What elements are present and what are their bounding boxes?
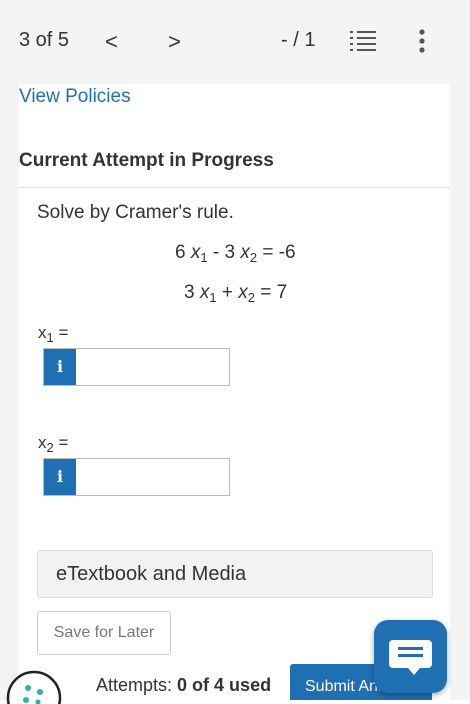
- previous-question-button[interactable]: <: [105, 29, 118, 55]
- x1-input[interactable]: [77, 349, 231, 385]
- numbered-list-icon[interactable]: [350, 29, 376, 53]
- section-title: Current Attempt in Progress: [19, 150, 274, 172]
- top-bar: 3 of 5 < > - / 1: [0, 0, 470, 84]
- equation-1: 6 x1 - 3 x2 = -6: [175, 242, 296, 265]
- cookie-icon[interactable]: [0, 664, 64, 704]
- info-icon[interactable]: i: [44, 349, 76, 385]
- chat-bubble-icon: [374, 620, 447, 693]
- info-icon[interactable]: i: [44, 459, 76, 495]
- question-position: 3 of 5: [19, 29, 69, 52]
- right-margin: [450, 84, 470, 700]
- attempts-counter: Attempts: 0 of 4 used: [96, 675, 271, 696]
- x1-label: x1 =: [38, 323, 68, 345]
- left-margin: [0, 84, 19, 700]
- question-prompt: Solve by Cramer's rule.: [37, 202, 234, 224]
- chat-button[interactable]: [374, 620, 447, 693]
- next-question-button[interactable]: >: [168, 29, 181, 55]
- x2-label: x2 =: [38, 433, 68, 455]
- score: - / 1: [281, 29, 315, 52]
- x2-input[interactable]: [77, 459, 231, 495]
- save-for-later-button[interactable]: Save for Later: [37, 611, 171, 655]
- x2-answer-field: i: [43, 458, 230, 496]
- vertical-dots-icon[interactable]: [417, 28, 427, 54]
- divider: [19, 187, 450, 188]
- x1-answer-field: i: [43, 348, 230, 386]
- equation-2: 3 x1 + x2 = 7: [184, 282, 287, 305]
- view-policies-link[interactable]: View Policies: [19, 86, 131, 108]
- etextbook-media-button[interactable]: eTextbook and Media: [37, 550, 433, 598]
